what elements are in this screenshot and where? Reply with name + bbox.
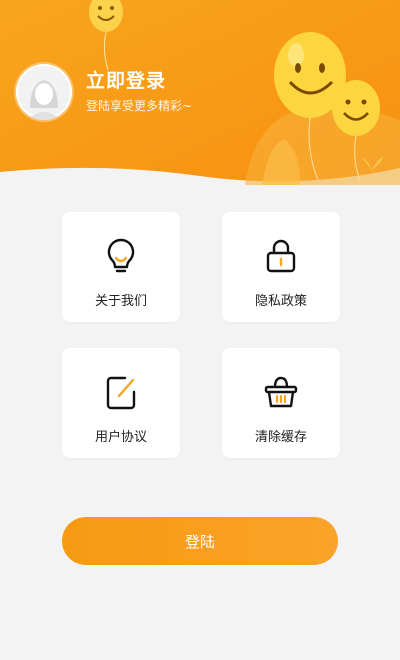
- edit-icon: [106, 376, 136, 410]
- avatar-icon: [18, 66, 70, 120]
- header-banner: 立即登录 登陆享受更多精彩~: [0, 0, 400, 185]
- lightbulb-icon: [107, 238, 135, 273]
- avatar[interactable]: [16, 64, 72, 120]
- menu-item-about[interactable]: 关于我们: [62, 212, 180, 322]
- menu-item-label: 关于我们: [94, 294, 147, 309]
- menu-item-label: 清除缓存: [254, 430, 307, 445]
- menu-item-privacy[interactable]: 隐私政策: [222, 212, 340, 322]
- login-button[interactable]: 登陆: [62, 517, 338, 565]
- menu-item-clear-cache[interactable]: 清除缓存: [222, 348, 340, 458]
- login-title[interactable]: 立即登录: [86, 66, 166, 93]
- menu-item-label: 隐私政策: [254, 294, 307, 309]
- lock-icon: [266, 239, 296, 273]
- basket-icon: [264, 376, 298, 408]
- login-subtitle: 登陆享受更多精彩~: [86, 99, 193, 113]
- menu-item-label: 用户协议: [94, 430, 147, 445]
- menu-item-agreement[interactable]: 用户协议: [62, 348, 180, 458]
